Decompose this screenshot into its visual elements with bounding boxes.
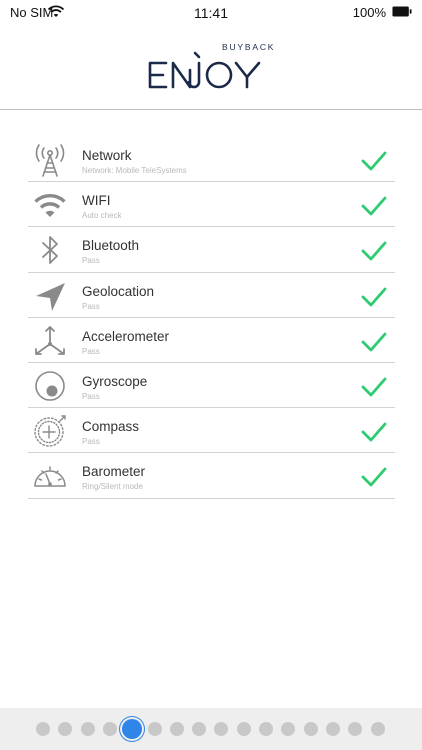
page-dot[interactable] [36, 722, 50, 736]
item-title: Accelerometer [82, 328, 170, 344]
page-dot[interactable] [370, 722, 385, 736]
page-dot-active[interactable] [122, 719, 143, 739]
page-dot[interactable] [214, 722, 229, 736]
item-title: Bluetooth [82, 238, 140, 254]
list-item-geolocation[interactable]: Geolocation Pass [28, 273, 395, 318]
cell-tower-icon [35, 144, 65, 177]
page-dot[interactable] [102, 722, 117, 736]
gyroscope-icon [35, 371, 65, 401]
page-dot[interactable] [259, 722, 273, 736]
item-title: Barometer [82, 464, 146, 480]
page-dot[interactable] [80, 722, 95, 736]
wifi-icon [34, 194, 66, 218]
check-icon [361, 196, 387, 216]
list-item-wifi[interactable]: WIFI Auto check [28, 182, 395, 228]
item-subtitle: Pass [82, 301, 100, 311]
page-dot[interactable] [236, 722, 251, 736]
check-icon [361, 332, 387, 352]
page-dot[interactable] [169, 722, 184, 736]
item-subtitle: Pass [82, 256, 100, 266]
item-subtitle: Ring/Silent mode [82, 482, 143, 492]
check-icon [361, 287, 387, 306]
page-dot[interactable] [348, 722, 363, 736]
item-subtitle: Auto check [82, 211, 122, 221]
list-item-bluetooth[interactable]: Bluetooth Pass [28, 227, 395, 273]
item-subtitle: Pass [82, 391, 100, 401]
enjoy-buyback-logo: BUYBACK [148, 42, 275, 89]
list-item-accelerometer[interactable]: Accelerometer Pass [28, 318, 395, 363]
item-title: WIFI [82, 193, 111, 209]
svg-text:BUYBACK: BUYBACK [222, 42, 275, 52]
status-bar: No SIM 11:41 100% [0, 0, 422, 24]
compass-icon [34, 415, 66, 447]
battery-icon [392, 6, 412, 17]
accelerometer-axes-icon [35, 325, 65, 355]
item-subtitle: Pass [82, 437, 100, 447]
list-item-compass[interactable]: Compass Pass [28, 408, 395, 454]
location-arrow-icon [36, 282, 65, 311]
item-title: Geolocation [82, 283, 155, 299]
item-title: Network [82, 148, 132, 163]
gauge-icon [34, 466, 66, 488]
item-title: Compass [82, 419, 140, 435]
page-dot[interactable] [147, 722, 162, 736]
page-dot[interactable] [281, 722, 296, 736]
check-icon [361, 422, 387, 442]
check-icon [361, 151, 387, 171]
page-indicator [0, 708, 422, 750]
list-item-gyroscope[interactable]: Gyroscope Pass [28, 363, 395, 409]
page-dot[interactable] [192, 722, 207, 736]
check-icon [361, 467, 387, 487]
check-icon [361, 241, 387, 261]
bluetooth-icon [42, 236, 58, 265]
page-dot[interactable] [303, 722, 318, 736]
check-icon [361, 377, 387, 397]
battery-percent: 100% [352, 5, 386, 20]
list-item-network[interactable]: Network Network: Mobile TeleSystems [28, 137, 395, 183]
item-subtitle: Network: Mobile TeleSystems [82, 166, 187, 175]
page-dot[interactable] [325, 722, 340, 736]
header: BUYBACK [0, 24, 422, 110]
diagnostics-list: Network Network: Mobile TeleSystems WIFI… [28, 137, 395, 499]
page-dot[interactable] [58, 722, 73, 736]
item-subtitle: Pass [82, 346, 100, 356]
item-title: Gyroscope [82, 373, 148, 389]
list-item-barometer[interactable]: Barometer Ring/Silent mode [28, 453, 395, 499]
